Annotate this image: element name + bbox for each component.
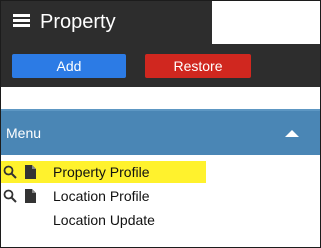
file-icon[interactable] [25, 189, 36, 203]
menu-item-label: Location Profile [53, 188, 150, 204]
caret-up-icon[interactable] [285, 130, 299, 137]
menu-item-label: Property Profile [53, 164, 150, 180]
app-window: Property Add Restore Menu Property Profi… [0, 0, 321, 248]
search-icon[interactable] [3, 165, 17, 179]
restore-button[interactable]: Restore [145, 54, 251, 78]
hamburger-icon[interactable] [13, 14, 30, 28]
menu-title: Menu [6, 125, 42, 141]
toolbar: Add Restore [1, 44, 320, 87]
menu-item-location-update[interactable]: Location Update [1, 209, 320, 231]
title-bar-blank-area [212, 1, 320, 44]
menu-list: Property Profile Location Profile Locati… [1, 161, 320, 233]
search-icon[interactable] [3, 189, 17, 203]
spacer [1, 87, 320, 109]
menu-item-label: Location Update [53, 212, 155, 228]
menu-item-location-profile[interactable]: Location Profile [1, 185, 320, 207]
menu-item-property-profile[interactable]: Property Profile [1, 161, 320, 183]
add-button[interactable]: Add [12, 54, 126, 78]
file-icon[interactable] [25, 165, 36, 179]
menu-header[interactable]: Menu [1, 109, 320, 155]
app-title: Property [40, 11, 116, 33]
title-bar: Property [1, 1, 212, 44]
